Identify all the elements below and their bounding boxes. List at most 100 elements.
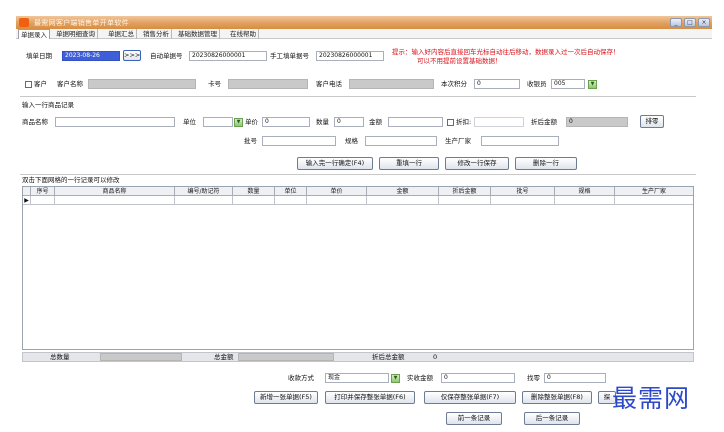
- points-field[interactable]: 0: [474, 79, 520, 89]
- chevron-down-icon[interactable]: ▼: [234, 118, 243, 127]
- delete-bill-button[interactable]: 删除整张单据(F8): [522, 391, 592, 404]
- payment-label: 收款方式: [288, 374, 314, 382]
- customer-chk-label: 客户: [34, 80, 47, 88]
- payment-select[interactable]: 现金: [325, 373, 389, 383]
- cashier-select[interactable]: 005: [551, 79, 585, 89]
- entry-section-title: 输入一行商品记录: [22, 101, 74, 109]
- auto-no-label: 自动单据号: [150, 52, 183, 60]
- records-grid[interactable]: 序号 商品名称 编号/助记符 数量 单位 单价 金额 折后金额 批号 规格 生产…: [22, 186, 694, 350]
- delete-row-button[interactable]: 删除一行: [515, 157, 577, 170]
- amount-field[interactable]: [388, 117, 443, 127]
- product-label: 商品名称: [22, 118, 48, 126]
- customer-name-label: 客户名称: [57, 80, 83, 88]
- col-header[interactable]: 商品名称: [55, 187, 175, 196]
- close-icon[interactable]: ×: [698, 18, 710, 27]
- spec-field[interactable]: [365, 136, 437, 146]
- tab-entry[interactable]: 单据录入: [18, 29, 50, 39]
- grid-header: 序号 商品名称 编号/助记符 数量 单位 单价 金额 折后金额 批号 规格 生产…: [23, 187, 693, 196]
- col-header[interactable]: 序号: [31, 187, 55, 196]
- maker-label: 生产厂家: [445, 137, 471, 145]
- minimize-icon[interactable]: _: [670, 18, 682, 27]
- discount-label: 折扣:: [456, 118, 472, 126]
- new-bill-button[interactable]: 新增一张单据(F5): [254, 391, 318, 404]
- modify-row-button[interactable]: 修改一行保存: [445, 157, 509, 170]
- table-cell[interactable]: [367, 196, 439, 205]
- col-header[interactable]: 生产厂家: [615, 187, 693, 196]
- col-header[interactable]: 金额: [367, 187, 439, 196]
- total-amount-field: [238, 353, 334, 361]
- chevron-down-icon[interactable]: ▼: [391, 374, 400, 383]
- tab-base-data[interactable]: 基础数据管理: [176, 29, 220, 39]
- next-record-button[interactable]: 后一条记录: [524, 412, 580, 425]
- discount-checkbox[interactable]: [447, 119, 454, 126]
- unit-label: 单位: [183, 118, 196, 126]
- tab-detail-query[interactable]: 单据明细查询: [54, 29, 98, 39]
- date-label: 填单日期: [26, 52, 52, 60]
- date-field[interactable]: 2023-08-26: [62, 51, 120, 61]
- phone-field[interactable]: [349, 79, 434, 89]
- paid-field[interactable]: 0: [441, 373, 515, 383]
- row-pointer-icon: ▶: [23, 196, 31, 205]
- customer-name-field[interactable]: [88, 79, 196, 89]
- col-header[interactable]: 单价: [307, 187, 367, 196]
- title-bar: 最需网客户端销售单开单软件 _ □ ×: [16, 16, 712, 29]
- hint-line-2: 可以不用提前设置基础数据！: [417, 57, 502, 65]
- price-field[interactable]: 0: [262, 117, 310, 127]
- discount-total-value: 0: [433, 353, 438, 361]
- col-header[interactable]: 规格: [555, 187, 615, 196]
- manual-no-field[interactable]: 20230826000001: [316, 51, 384, 61]
- customer-checkbox[interactable]: [25, 81, 32, 88]
- product-field[interactable]: [55, 117, 175, 127]
- prev-record-button[interactable]: 前一条记录: [446, 412, 502, 425]
- hint-line-1: 提示：输入好内容后直接回车光标自动往后移动，数据录入过一次后自动保存！: [392, 48, 620, 56]
- tab-summary[interactable]: 单据汇总: [106, 29, 137, 39]
- maximize-icon[interactable]: □: [684, 18, 696, 27]
- price-label: 单价: [245, 118, 258, 126]
- discount-amount-field[interactable]: 0: [566, 117, 628, 127]
- auto-no-field[interactable]: 20230826000001: [189, 51, 267, 61]
- table-cell[interactable]: [233, 196, 275, 205]
- discount-select[interactable]: [474, 117, 524, 127]
- table-cell[interactable]: [615, 196, 693, 205]
- divider: [20, 174, 696, 175]
- phone-label: 客户电话: [316, 80, 342, 88]
- menu-tabs: 单据录入 单据明细查询 单据汇总 销售分析 基础数据管理 在线帮助: [16, 29, 712, 39]
- save-bill-button[interactable]: 仅保存整张单据(F7): [424, 391, 516, 404]
- grid-corner: [23, 187, 31, 196]
- table-cell[interactable]: [555, 196, 615, 205]
- reset-button[interactable]: 排零: [640, 115, 664, 128]
- maker-field[interactable]: [481, 136, 559, 146]
- change-label: 找零: [527, 374, 540, 382]
- total-qty-label: 总数量: [50, 353, 70, 361]
- col-header[interactable]: 数量: [233, 187, 275, 196]
- qty-field[interactable]: 0: [334, 117, 364, 127]
- table-row[interactable]: ▶: [23, 196, 693, 205]
- col-header[interactable]: 折后金额: [439, 187, 491, 196]
- table-cell[interactable]: [55, 196, 175, 205]
- batch-label: 批号: [244, 137, 257, 145]
- print-save-button[interactable]: 打印并保存整张单据(F6): [325, 391, 415, 404]
- refill-row-button[interactable]: 重填一行: [379, 157, 439, 170]
- col-header[interactable]: 批号: [491, 187, 555, 196]
- amount-label: 金额: [369, 118, 382, 126]
- table-cell[interactable]: [491, 196, 555, 205]
- table-cell[interactable]: [307, 196, 367, 205]
- divider: [20, 96, 696, 97]
- table-cell[interactable]: [439, 196, 491, 205]
- col-header[interactable]: 编号/助记符: [175, 187, 233, 196]
- batch-field[interactable]: [262, 136, 336, 146]
- table-cell[interactable]: [275, 196, 307, 205]
- tab-sales-analysis[interactable]: 销售分析: [141, 29, 172, 39]
- card-field[interactable]: [228, 79, 308, 89]
- discount-total-label: 折后总金额: [372, 353, 405, 361]
- table-cell[interactable]: [175, 196, 233, 205]
- chevron-down-icon[interactable]: ▼: [588, 80, 597, 89]
- unit-select[interactable]: [203, 117, 233, 127]
- col-header[interactable]: 单位: [275, 187, 307, 196]
- change-field[interactable]: 0: [544, 373, 606, 383]
- jump-button[interactable]: >>>: [123, 50, 141, 61]
- confirm-row-button[interactable]: 输入完一行确定(F4): [297, 157, 373, 170]
- total-amount-label: 总金额: [214, 353, 234, 361]
- table-cell[interactable]: [31, 196, 55, 205]
- tab-online-help[interactable]: 在线帮助: [228, 29, 259, 39]
